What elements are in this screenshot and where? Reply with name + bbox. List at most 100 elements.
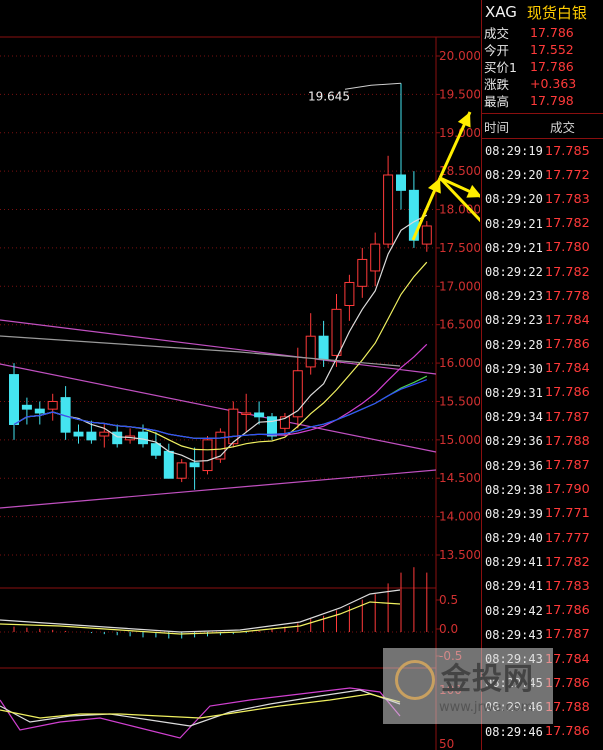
price-tick-label: 16.000 (439, 356, 480, 370)
kdj-tick-label: 50 (439, 737, 454, 750)
candle-body (163, 450, 174, 479)
symbol-code: XAG (485, 3, 517, 21)
tick-time: 08:29:46 (485, 724, 543, 739)
quote-value: 17.552 (530, 42, 574, 57)
tick-row[interactable]: 08:29:43 17.787 (482, 623, 603, 647)
tick-price: 17.784 (545, 361, 590, 377)
tick-row[interactable]: 08:29:31 17.786 (482, 381, 603, 405)
quote-row: 买价1 17.786 (482, 58, 603, 75)
tick-price: 17.782 (545, 216, 590, 232)
tick-price: 17.783 (545, 191, 590, 207)
symbol-header[interactable]: XAG 现货白银 (482, 0, 603, 24)
tick-time: 08:29:21 (485, 240, 543, 255)
quote-row: 今开 17.552 (482, 41, 603, 58)
tick-row[interactable]: 08:29:34 17.787 (482, 405, 603, 429)
price-tick-label: 14.500 (439, 471, 480, 485)
tick-price: 17.786 (545, 337, 590, 353)
candle-body (383, 174, 394, 245)
price-tick-label: 14.000 (439, 510, 480, 524)
tick-price: 17.782 (545, 264, 590, 280)
high-leader-line (344, 82, 402, 90)
tick-row[interactable]: 08:29:20 17.783 (482, 187, 603, 211)
tick-row[interactable]: 08:29:20 17.772 (482, 163, 603, 187)
tick-price: 17.786 (545, 385, 590, 401)
tick-header-time: 时间 (484, 119, 510, 135)
tick-row[interactable]: 08:29:23 17.784 (482, 308, 603, 332)
candle-body (9, 374, 19, 425)
tick-time: 08:29:34 (485, 410, 543, 425)
tick-price: 17.787 (545, 409, 590, 425)
candle-body (267, 416, 277, 437)
candle-body (254, 412, 265, 418)
tick-time: 08:29:23 (485, 289, 543, 304)
quote-list: 成交 17.786 今开 17.552 买价1 17.786 涨跌 +0.363 最高 17.79… (482, 24, 603, 109)
tick-row[interactable]: 08:29:36 17.787 (482, 453, 603, 477)
tick-header: 时间 成交 (482, 113, 603, 139)
candle-body (21, 404, 32, 410)
price-tick-label: 19.500 (439, 87, 480, 101)
kdj-k-line (0, 689, 401, 727)
tick-row[interactable]: 08:29:39 17.771 (482, 502, 603, 526)
price-tick-label: 16.500 (439, 318, 480, 332)
tick-time: 08:29:40 (485, 531, 543, 546)
price-tick-label: 15.500 (439, 394, 480, 408)
tick-price: 17.783 (545, 578, 590, 594)
candle-body (73, 431, 84, 437)
chart-area[interactable]: 20.00019.50019.00018.50018.00017.50017.0… (0, 0, 480, 750)
trendline-lower (0, 469, 437, 509)
candle-body (215, 431, 226, 460)
candle-body (112, 431, 123, 445)
tick-row[interactable]: 08:29:42 17.786 (482, 599, 603, 623)
tick-row[interactable]: 08:29:21 17.780 (482, 236, 603, 260)
tick-row[interactable]: 08:29:22 17.782 (482, 260, 603, 284)
quote-label: 最高 (484, 94, 510, 109)
tick-row[interactable]: 08:29:36 17.788 (482, 429, 603, 453)
tick-time: 08:29:42 (485, 603, 543, 618)
price-tick-label: 17.500 (439, 241, 480, 255)
candle-body (34, 408, 45, 414)
tick-row[interactable]: 08:29:28 17.786 (482, 333, 603, 357)
tick-time: 08:29:22 (485, 265, 543, 280)
price-tick-label: 13.500 (439, 548, 480, 562)
quote-row: 成交 17.786 (482, 24, 603, 41)
candle-body (344, 281, 355, 307)
tick-row[interactable]: 08:29:21 17.782 (482, 212, 603, 236)
ma20-line (13, 343, 428, 440)
candle-body (150, 443, 161, 456)
candle-body (396, 174, 406, 191)
candle-body (305, 335, 316, 368)
tick-row[interactable]: 08:29:30 17.784 (482, 357, 603, 381)
tick-time: 08:29:41 (485, 555, 543, 570)
tick-price: 17.785 (545, 143, 590, 159)
tick-row[interactable]: 08:29:41 17.783 (482, 574, 603, 598)
tick-row[interactable]: 08:29:40 17.777 (482, 526, 603, 550)
watermark: 金投网 www.jrwe.com (383, 648, 553, 724)
quote-panel: XAG 现货白银 成交 17.786 今开 17.552 买价1 17.786 涨跌 +0.3… (481, 0, 603, 750)
tick-time: 08:29:28 (485, 337, 543, 352)
tick-price: 17.786 (545, 724, 590, 740)
tick-time: 08:29:43 (485, 627, 543, 642)
candle-body (228, 408, 239, 445)
quote-value: 17.798 (530, 93, 574, 108)
tick-time: 08:29:19 (485, 144, 543, 159)
tick-time: 08:29:31 (485, 385, 543, 400)
tick-header-price: 成交 (550, 119, 576, 135)
tick-time: 08:29:36 (485, 458, 543, 473)
candle-body (421, 225, 432, 245)
tick-time: 08:29:20 (485, 168, 543, 183)
kline-chart[interactable]: 20.00019.50019.00018.50018.00017.50017.0… (0, 0, 480, 750)
tick-price: 17.790 (545, 482, 590, 498)
tick-row[interactable]: 08:29:23 17.778 (482, 284, 603, 308)
candle-body (189, 462, 200, 468)
tick-price: 17.780 (545, 240, 590, 256)
tick-row[interactable]: 08:29:38 17.790 (482, 478, 603, 502)
tick-row[interactable]: 08:29:19 17.785 (482, 139, 603, 163)
macd-tick-label: 0.5 (439, 593, 458, 607)
tick-row[interactable]: 08:29:41 17.782 (482, 550, 603, 574)
tick-time: 08:29:41 (485, 579, 543, 594)
price-tick-label: 15.000 (439, 433, 480, 447)
tick-price: 17.772 (545, 167, 590, 183)
tick-time: 08:29:38 (485, 482, 543, 497)
tick-price: 17.784 (545, 312, 590, 328)
trendline-upper (0, 319, 437, 375)
